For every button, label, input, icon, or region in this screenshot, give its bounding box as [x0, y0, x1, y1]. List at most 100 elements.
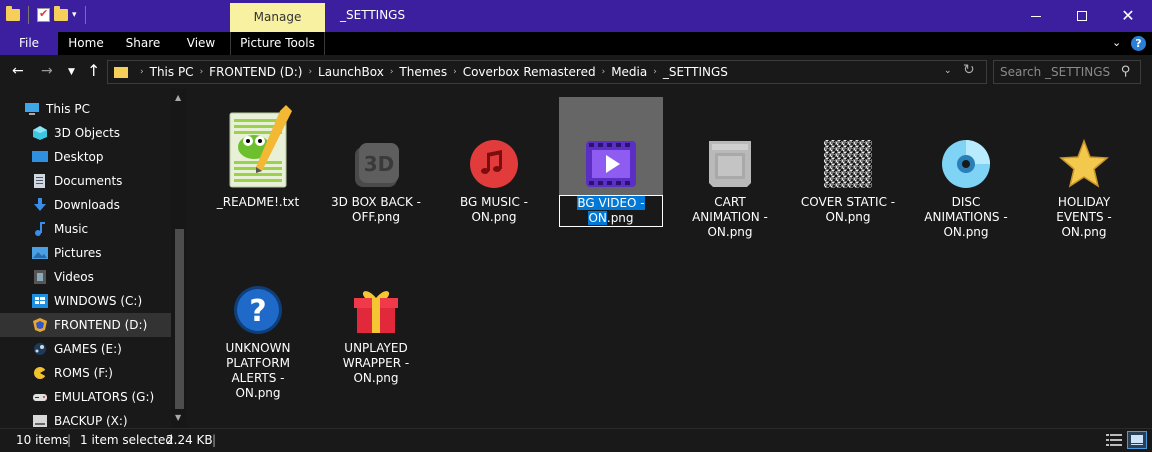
tab-file[interactable]: File — [0, 32, 58, 55]
breadcrumb-chevron-icon[interactable]: › — [140, 67, 144, 77]
file-thumbnail — [559, 97, 663, 195]
address-history-dropdown-icon[interactable]: ⌄ — [944, 66, 952, 76]
forward-arrow-icon[interactable]: → — [41, 63, 53, 79]
gift-icon — [354, 291, 398, 333]
sidebar-item-backup-drive[interactable]: BACKUP (X:) — [0, 409, 171, 428]
sidebar-item-downloads[interactable]: Downloads — [0, 193, 171, 217]
sidebar-item-frontend-drive[interactable]: FRONTEND (D:) — [0, 313, 171, 337]
file-name-rename-field[interactable]: BG VIDEO - ON.png — [559, 195, 663, 227]
sidebar-item-pictures[interactable]: Pictures — [0, 241, 171, 265]
maximize-button[interactable] — [1059, 0, 1105, 32]
status-divider: | — [212, 433, 217, 447]
breadcrumb-themes[interactable]: Themes — [399, 65, 447, 79]
file-name: BG MUSIC - ON.png — [460, 195, 528, 224]
close-button[interactable]: ✕ — [1105, 0, 1151, 32]
star-icon — [1059, 139, 1109, 188]
large-icons-view-button[interactable] — [1127, 431, 1147, 449]
file-item[interactable]: COVER STATIC - ON.png — [796, 97, 900, 225]
breadcrumb-chevron-icon[interactable]: › — [453, 67, 457, 77]
pacman-drive-icon — [32, 366, 48, 380]
sidebar-item-label: Pictures — [54, 246, 102, 260]
scroll-down-icon[interactable]: ▼ — [175, 413, 181, 422]
breadcrumb-chevron-icon[interactable]: › — [653, 67, 657, 77]
sidebar-item-videos[interactable]: Videos — [0, 265, 171, 289]
breadcrumb-media[interactable]: Media — [611, 65, 647, 79]
launchbox-drive-icon — [32, 318, 48, 332]
file-item[interactable]: 3D 3D BOX BACK - OFF.png — [324, 97, 428, 225]
details-view-icon[interactable] — [1106, 433, 1122, 447]
sidebar-item-music[interactable]: Music — [0, 217, 171, 241]
breadcrumb-chevron-icon[interactable]: › — [200, 67, 204, 77]
sidebar-item-roms-drive[interactable]: ROMS (F:) — [0, 361, 171, 385]
file-thumbnail — [678, 97, 782, 195]
file-item[interactable]: UNPLAYED WRAPPER - ON.png — [324, 243, 428, 386]
search-placeholder: Search _SETTINGS — [1000, 65, 1111, 79]
sidebar-item-desktop[interactable]: Desktop — [0, 145, 171, 169]
breadcrumb-this-pc[interactable]: This PC — [150, 65, 194, 79]
address-bar[interactable]: › This PC › FRONTEND (D:) › LaunchBox › … — [107, 60, 987, 84]
refresh-icon[interactable]: ↻ — [963, 62, 975, 78]
scroll-up-icon[interactable]: ▲ — [175, 93, 181, 102]
music-note-icon — [32, 222, 48, 236]
file-name: CART ANIMATION - ON.png — [692, 195, 768, 239]
breadcrumb-coverbox-remastered[interactable]: Coverbox Remastered — [463, 65, 596, 79]
tab-view[interactable]: View — [172, 32, 230, 55]
close-icon: ✕ — [1121, 6, 1135, 25]
properties-icon[interactable] — [37, 7, 50, 22]
folder-icon[interactable] — [6, 6, 20, 21]
breadcrumb-launchbox[interactable]: LaunchBox — [318, 65, 384, 79]
breadcrumb-frontend-drive[interactable]: FRONTEND (D:) — [209, 65, 302, 79]
sidebar-item-emulators-drive[interactable]: EMULATORS (G:) — [0, 385, 171, 409]
desktop-icon — [32, 150, 48, 164]
file-item-selected[interactable]: BG VIDEO - ON.png — [559, 97, 663, 227]
sidebar-item-documents[interactable]: Documents — [0, 169, 171, 193]
search-input[interactable]: Search _SETTINGS ⚲ — [993, 60, 1141, 84]
file-item[interactable]: DISC ANIMATIONS - ON.png — [914, 97, 1018, 240]
minimize-button[interactable] — [1013, 0, 1059, 32]
customize-toolbar-dropdown-icon[interactable]: ▾ — [72, 10, 77, 20]
navigation-bar: ← → ▼ ↑ › This PC › FRONTEND (D:) › Laun… — [0, 55, 1152, 89]
sidebar-item-games-drive[interactable]: GAMES (E:) — [0, 337, 171, 361]
help-icon[interactable]: ? — [1131, 36, 1146, 51]
breadcrumb-chevron-icon[interactable]: › — [602, 67, 606, 77]
tab-home[interactable]: Home — [58, 32, 114, 55]
sidebar-item-label: Documents — [54, 174, 123, 188]
file-item[interactable]: CART ANIMATION - ON.png — [678, 97, 782, 240]
question-mark-icon: ? — [234, 286, 282, 334]
computer-icon — [24, 102, 40, 116]
breadcrumb-chevron-icon[interactable]: › — [390, 67, 394, 77]
file-item[interactable]: ? UNKNOWN PLATFORM ALERTS - ON.png — [206, 243, 310, 401]
gamepad-drive-icon — [32, 390, 48, 404]
steam-drive-icon — [32, 342, 48, 356]
tv-static-icon — [824, 140, 872, 188]
breadcrumb-settings[interactable]: _SETTINGS — [663, 65, 728, 79]
up-arrow-icon[interactable]: ↑ — [87, 61, 100, 80]
file-item[interactable]: BG MUSIC - ON.png — [442, 97, 546, 225]
sidebar-scrollbar[interactable]: ▲ ▼ — [171, 89, 187, 428]
file-item[interactable]: _README!.txt — [206, 97, 310, 210]
sidebar-item-windows-drive[interactable]: WINDOWS (C:) — [0, 289, 171, 313]
tab-share[interactable]: Share — [114, 32, 172, 55]
tab-picture-tools[interactable]: Picture Tools — [230, 32, 325, 55]
expand-ribbon-chevron-icon[interactable]: ⌄ — [1112, 36, 1121, 49]
cartridge-icon — [709, 141, 751, 187]
new-folder-icon[interactable] — [54, 6, 68, 21]
sidebar-item-3d-objects[interactable]: 3D Objects — [0, 121, 171, 145]
file-name: _README!.txt — [216, 195, 300, 209]
sidebar-item-this-pc[interactable]: This PC — [0, 97, 171, 121]
video-player-icon — [586, 141, 636, 187]
manage-tab[interactable]: Manage — [230, 3, 325, 32]
recent-locations-chevron-icon[interactable]: ▼ — [68, 67, 75, 77]
breadcrumb: › This PC › FRONTEND (D:) › LaunchBox › … — [134, 61, 728, 83]
file-item[interactable]: HOLIDAY EVENTS - ON.png — [1032, 97, 1136, 240]
scrollbar-thumb[interactable] — [175, 229, 184, 409]
breadcrumb-chevron-icon[interactable]: › — [308, 67, 312, 77]
file-name-extension: .png — [606, 211, 634, 225]
file-list-view: _README!.txt 3D 3D BOX BACK - OFF.png BG… — [187, 89, 1152, 428]
selection-count: 1 item selected — [80, 433, 174, 447]
file-thumbnail — [442, 97, 546, 195]
large-icons-view-icon — [1131, 435, 1143, 445]
sidebar-item-label: Videos — [54, 270, 94, 284]
music-circle-icon — [470, 140, 518, 188]
back-arrow-icon[interactable]: ← — [12, 63, 24, 79]
